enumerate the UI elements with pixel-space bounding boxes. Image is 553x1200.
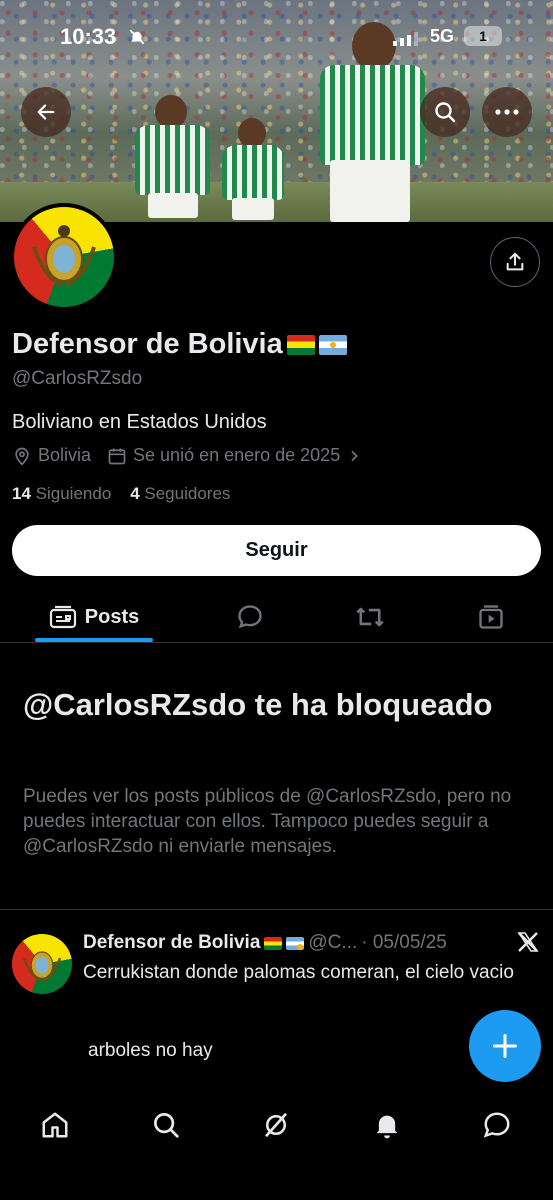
repost-icon xyxy=(356,607,384,627)
post-text-continued: arboles no hay xyxy=(88,1040,213,1061)
bell-icon xyxy=(376,1115,398,1139)
blocked-title: @CarlosRZsdo te ha bloqueado xyxy=(23,687,493,722)
network-label: 5G xyxy=(430,26,455,46)
following-count: 14 xyxy=(12,484,31,503)
followers-label: Seguidores xyxy=(144,484,231,503)
share-icon xyxy=(506,252,524,271)
grok-icon xyxy=(264,1112,288,1138)
more-button[interactable] xyxy=(482,87,532,137)
profile-location: Bolivia xyxy=(38,445,92,465)
nav-notifications[interactable] xyxy=(357,1107,417,1143)
post-header: Defensor de Bolivia @C... · 05/05/25 xyxy=(83,932,447,954)
status-time: 10:33 xyxy=(60,24,117,49)
argentina-flag-icon xyxy=(318,334,347,355)
bell-off-icon xyxy=(129,29,145,45)
location-pin-icon xyxy=(15,447,29,466)
nav-home[interactable] xyxy=(25,1107,85,1143)
tab-reposts[interactable] xyxy=(340,593,400,641)
banner-player xyxy=(220,118,290,222)
nav-grok[interactable] xyxy=(246,1107,306,1143)
share-button[interactable] xyxy=(490,237,540,287)
signal-icon xyxy=(393,32,418,46)
following-label: Siguiendo xyxy=(35,484,112,503)
status-bar: 10:33 5G 1 xyxy=(0,22,553,54)
post-date: · 05/05/25 xyxy=(361,932,447,953)
followers-link[interactable]: 4 Seguidores xyxy=(130,484,230,503)
search-button[interactable] xyxy=(420,87,470,137)
post-author[interactable]: Defensor de Bolivia xyxy=(83,932,260,954)
post-text: Cerrukistan donde palomas comeran, el ci… xyxy=(83,962,514,983)
more-icon xyxy=(495,109,519,115)
argentina-flag-icon xyxy=(286,936,305,950)
tab-replies[interactable] xyxy=(220,593,280,641)
profile-banner[interactable]: 10:33 5G 1 xyxy=(0,0,553,222)
tab-posts-label: Posts xyxy=(84,605,140,628)
banner-player xyxy=(130,95,220,222)
search-icon xyxy=(435,102,456,123)
follow-button[interactable]: Seguir xyxy=(12,525,541,576)
profile-joined: Se unió en enero de 2025 xyxy=(133,445,341,465)
profile-tabs: Posts xyxy=(0,593,553,643)
video-icon xyxy=(479,605,503,629)
battery-icon: 1 xyxy=(464,26,502,46)
profile-name-text: Defensor de Bolivia xyxy=(12,328,283,360)
post-handle: @C... xyxy=(308,932,358,953)
bolivia-coat-of-arms-image xyxy=(14,207,114,307)
profile-avatar[interactable] xyxy=(10,203,118,311)
tab-media[interactable] xyxy=(461,593,521,641)
reply-icon xyxy=(238,605,262,629)
profile-name: Defensor de Bolivia xyxy=(12,328,347,361)
profile-handle: @CarlosRZsdo xyxy=(12,368,143,389)
compose-button[interactable] xyxy=(469,1010,541,1082)
tab-active-indicator xyxy=(35,638,153,642)
bottom-navigation xyxy=(0,1095,553,1200)
search-icon xyxy=(154,1113,179,1138)
bolivia-flag-icon xyxy=(286,334,315,355)
following-link[interactable]: 14 Siguiendo xyxy=(12,484,111,503)
bolivia-flag-icon xyxy=(264,936,283,950)
plus-icon xyxy=(492,1033,518,1059)
chat-bubble-icon xyxy=(483,1112,510,1138)
x-logo-icon[interactable] xyxy=(516,930,540,954)
post-avatar[interactable] xyxy=(12,934,72,994)
blocked-description: Puedes ver los posts públicos de @Carlos… xyxy=(23,786,512,857)
profile-bio: Boliviano en Estados Unidos xyxy=(12,411,267,433)
back-button[interactable] xyxy=(21,87,71,137)
nav-messages[interactable] xyxy=(467,1107,527,1143)
chevron-right-icon[interactable] xyxy=(346,448,362,464)
follow-counts: 14 Siguiendo 4 Seguidores xyxy=(12,484,230,504)
divider xyxy=(0,909,553,910)
home-icon xyxy=(42,1112,68,1138)
tab-posts[interactable]: Posts xyxy=(35,593,153,641)
profile-meta: Bolivia Se unió en enero de 2025 xyxy=(12,445,362,466)
nav-explore[interactable] xyxy=(136,1107,196,1143)
followers-count: 4 xyxy=(130,484,140,503)
arrow-left-icon xyxy=(37,104,55,120)
calendar-icon xyxy=(108,448,126,464)
posts-icon xyxy=(49,605,76,629)
